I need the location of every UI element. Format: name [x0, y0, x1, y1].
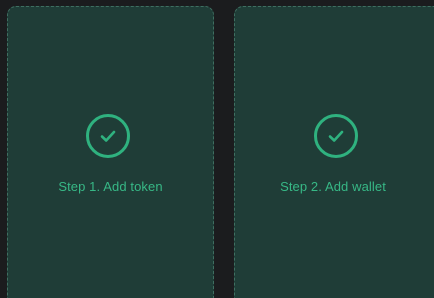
checkmark-icon: [328, 130, 344, 142]
checkmark-circle-icon: [314, 114, 358, 158]
steps-container: Step 1. Add token Step 2. Add wallet: [0, 0, 434, 298]
step-card-add-token[interactable]: Step 1. Add token: [7, 6, 214, 298]
step-label: Step 2. Add wallet: [280, 179, 386, 194]
checkmark-icon: [100, 130, 116, 142]
step-label: Step 1. Add token: [58, 179, 163, 194]
step-card-add-wallet[interactable]: Step 2. Add wallet: [234, 6, 434, 298]
checkmark-circle-icon: [86, 114, 130, 158]
